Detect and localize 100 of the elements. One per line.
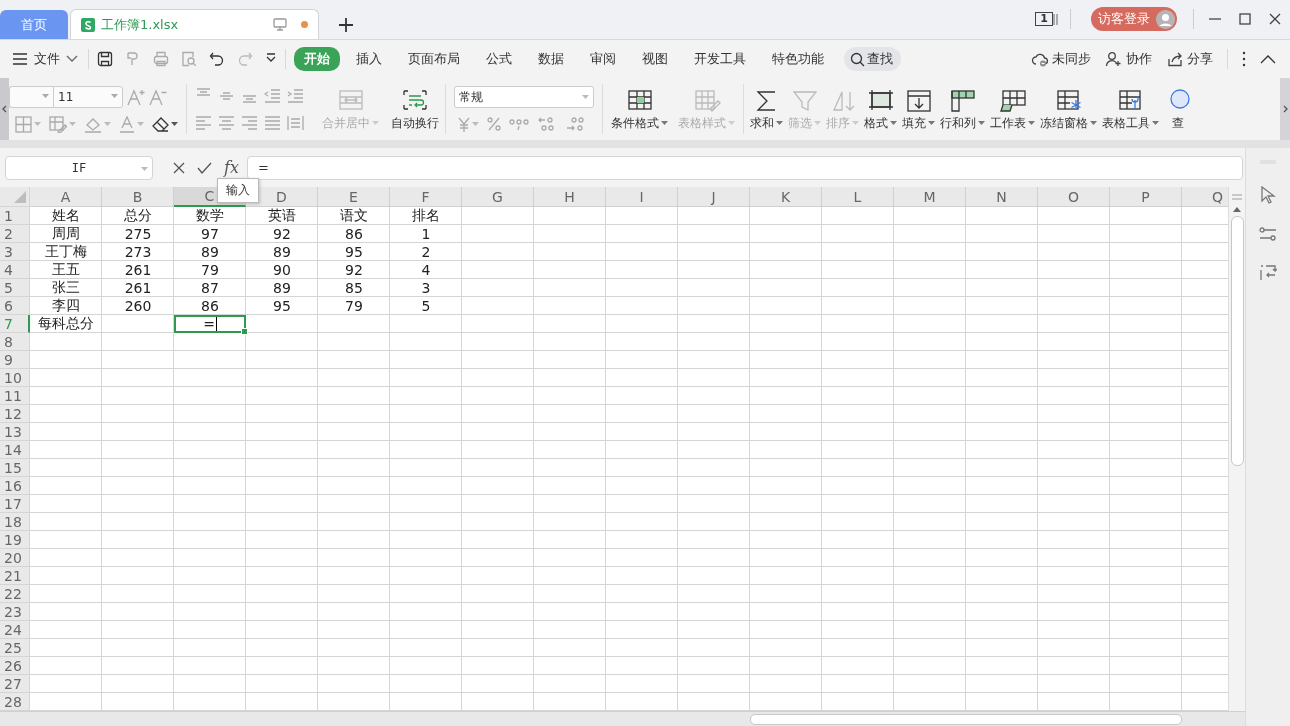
share-button[interactable]: 分享	[1166, 50, 1213, 68]
add-tab-icon[interactable]	[339, 18, 353, 32]
search-icon[interactable]	[850, 51, 865, 67]
row-header[interactable]: 10	[0, 369, 30, 387]
row-header[interactable]: 24	[0, 621, 30, 639]
worksheet-icon[interactable]	[998, 87, 1027, 112]
find-button[interactable]: 查	[1162, 87, 1194, 131]
table-cell[interactable]: 261	[102, 279, 174, 297]
fill-icon[interactable]	[904, 87, 933, 112]
row-header[interactable]: 16	[0, 477, 30, 495]
row-header[interactable]: 15	[0, 459, 30, 477]
redo-icon[interactable]	[237, 51, 253, 67]
check-icon[interactable]	[197, 161, 212, 174]
add-user-icon[interactable]	[1105, 51, 1123, 67]
row-header[interactable]: 14	[0, 441, 30, 459]
distributed-icon[interactable]	[287, 115, 304, 130]
vertical-scrollbar[interactable]	[1230, 216, 1244, 466]
grow-font-icon[interactable]	[127, 87, 145, 106]
table-cell[interactable]: 95	[318, 243, 390, 261]
collapse-icon[interactable]	[1260, 54, 1276, 64]
table-cell[interactable]: 273	[102, 243, 174, 261]
number-format-field[interactable]: 常规	[454, 86, 594, 108]
table-cell[interactable]: 85	[318, 279, 390, 297]
ribbon-tab[interactable]: 特色功能	[762, 47, 834, 71]
table-cell[interactable]: 89	[174, 243, 246, 261]
sum-button[interactable]: 求和	[748, 87, 785, 131]
column-header[interactable]: J	[678, 187, 750, 207]
row-header[interactable]: 4	[0, 261, 30, 279]
menu-icon[interactable]	[12, 52, 28, 66]
scroll-up-icon[interactable]	[1233, 207, 1241, 212]
row-header[interactable]: 3	[0, 243, 30, 261]
conditional-button[interactable]: 条件格式	[609, 87, 670, 131]
caret-icon[interactable]	[776, 120, 783, 126]
decrease-decimal-icon[interactable]	[565, 116, 585, 132]
ribbon-tab[interactable]: 审阅	[580, 47, 626, 71]
row-header[interactable]: 17	[0, 495, 30, 513]
row-header[interactable]: 8	[0, 333, 30, 351]
table-tools-button[interactable]: 表格工具	[1100, 87, 1161, 131]
font-size-field[interactable]: 11	[53, 85, 123, 108]
table-cell[interactable]: 4	[390, 261, 462, 279]
row-header[interactable]: 27	[0, 675, 30, 693]
row-header[interactable]: 2	[0, 225, 30, 243]
document-tab[interactable]: 工作簿1.xlsx	[70, 9, 319, 39]
table-cell[interactable]: 260	[102, 297, 174, 315]
column-header[interactable]: K	[750, 187, 822, 207]
table-cell[interactable]: 97	[174, 225, 246, 243]
caret-icon[interactable]	[1028, 120, 1035, 126]
justify-icon[interactable]	[264, 115, 281, 130]
caret-icon[interactable]	[1090, 120, 1097, 126]
column-header[interactable]: N	[966, 187, 1038, 207]
table-cell[interactable]: 李四	[30, 297, 102, 315]
scroll-right-icon[interactable]	[1282, 105, 1288, 113]
print-preview-icon[interactable]	[181, 51, 197, 67]
font-name-field[interactable]	[9, 85, 53, 108]
caret-icon[interactable]	[928, 120, 935, 126]
row-header[interactable]: 12	[0, 405, 30, 423]
search-button[interactable]: 查找	[844, 47, 901, 71]
table-cell[interactable]: 英语	[246, 207, 318, 225]
rows-cols-button[interactable]: 行和列	[938, 87, 987, 131]
sliders-icon[interactable]	[1259, 226, 1277, 242]
column-header[interactable]: L	[822, 187, 894, 207]
font-color-icon[interactable]	[119, 115, 135, 133]
monitor-icon[interactable]	[273, 18, 287, 31]
column-header[interactable]: O	[1038, 187, 1110, 207]
table-cell[interactable]: 语文	[318, 207, 390, 225]
table-cell[interactable]: 5	[390, 297, 462, 315]
caret-icon[interactable]	[1152, 120, 1159, 126]
percent-icon[interactable]	[487, 117, 501, 131]
caret-icon[interactable]	[171, 121, 178, 127]
align-right-icon[interactable]	[241, 115, 258, 130]
row-header[interactable]: 21	[0, 567, 30, 585]
row-header[interactable]: 9	[0, 351, 30, 369]
maximize-icon[interactable]	[1239, 13, 1251, 25]
table-cell[interactable]: 89	[246, 243, 318, 261]
column-header[interactable]: E	[318, 187, 390, 207]
table-cell[interactable]: 周周	[30, 225, 102, 243]
window-count[interactable]: 1	[1035, 12, 1053, 26]
column-header[interactable]: F	[390, 187, 462, 207]
table-cell[interactable]: 79	[318, 297, 390, 315]
ribbon-tab[interactable]: 插入	[346, 47, 392, 71]
row-header[interactable]: 26	[0, 657, 30, 675]
row-header[interactable]: 23	[0, 603, 30, 621]
table-cell[interactable]: 排名	[390, 207, 462, 225]
borders-icon[interactable]	[15, 115, 32, 133]
worksheet-button[interactable]: 工作表	[988, 87, 1037, 131]
caret-icon[interactable]	[661, 120, 668, 126]
list-lines-icon[interactable]	[1053, 13, 1058, 25]
column-header[interactable]: M	[894, 187, 966, 207]
share-icon[interactable]	[1166, 51, 1184, 67]
chevron-down-icon[interactable]	[66, 55, 78, 63]
table-cell[interactable]: 3	[390, 279, 462, 297]
table-cell[interactable]: 姓名	[30, 207, 102, 225]
split-handle-icon[interactable]	[1232, 194, 1242, 200]
align-left-icon[interactable]	[195, 115, 212, 130]
ribbon-tab[interactable]: 公式	[476, 47, 522, 71]
save-icon[interactable]	[97, 51, 113, 67]
increase-decimal-icon[interactable]	[537, 116, 557, 132]
freeze-button[interactable]: 冻结窗格	[1038, 87, 1099, 131]
table-cell[interactable]: 张三	[30, 279, 102, 297]
formula-input[interactable]: =	[246, 155, 1243, 180]
